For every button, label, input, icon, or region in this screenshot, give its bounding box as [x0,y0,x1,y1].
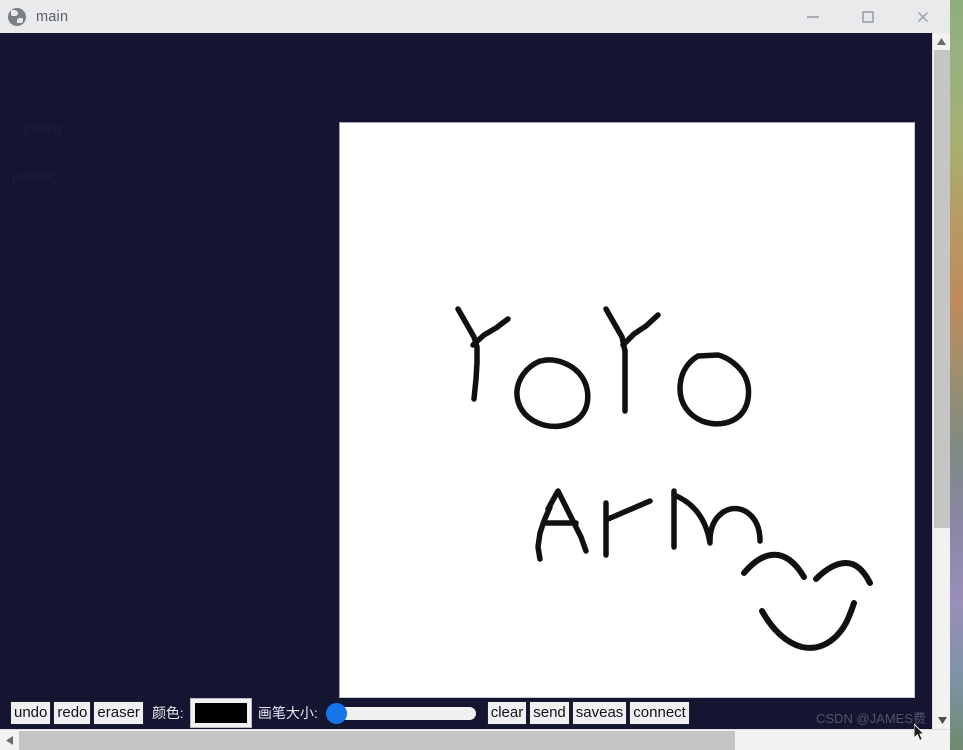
status-label-line-2: painting [12,169,58,184]
bottom-toolbar: undo redo eraser 颜色: 画笔大小: clear send sa… [0,698,950,728]
clear-button[interactable]: clear [486,701,528,725]
scroll-down-arrow-icon[interactable] [933,712,951,729]
close-button[interactable] [895,0,950,33]
vertical-scrollbar[interactable] [932,33,950,729]
redo-button[interactable]: redo [53,701,92,725]
app-content-area: □ paiting painting undo redo eraser 颜色: … [0,33,950,750]
window-controls [785,0,950,33]
color-swatch-fill [194,703,247,723]
status-label-line-1: □ paiting [12,121,62,136]
undo-button[interactable]: undo [10,701,52,725]
minimize-button[interactable] [785,0,840,33]
title-bar: main [0,0,950,34]
eraser-button[interactable]: eraser [93,701,144,725]
brush-size-slider[interactable] [325,702,476,724]
canvas-strokes [455,306,873,651]
minimize-icon [806,15,819,18]
saveas-button[interactable]: saveas [571,701,628,725]
globe-icon [8,7,26,26]
mouse-cursor-icon [914,724,926,742]
drawing-canvas[interactable] [339,122,915,698]
application-window: main □ paiting painting undo redo eraser… [0,0,950,750]
horizontal-scrollbar-thumb[interactable] [19,731,735,750]
connect-button[interactable]: connect [629,701,690,725]
maximize-icon [861,10,874,23]
scroll-up-arrow-icon[interactable] [933,33,950,50]
slider-track[interactable] [325,706,476,720]
close-icon [917,11,928,22]
brush-size-label: 画笔大小: [257,705,318,721]
color-label: 颜色: [151,705,184,721]
color-swatch-button[interactable] [189,698,252,728]
send-button[interactable]: send [529,701,570,725]
maximize-button[interactable] [840,0,895,33]
toolbar-right-group: clear send saveas connect [486,701,692,725]
vertical-scrollbar-thumb[interactable] [934,50,950,528]
slider-handle[interactable] [325,702,347,724]
horizontal-scrollbar[interactable] [0,729,950,750]
window-title: main [36,8,69,25]
scroll-left-arrow-icon[interactable] [0,730,18,750]
status-labels: □ paiting painting [12,89,62,217]
